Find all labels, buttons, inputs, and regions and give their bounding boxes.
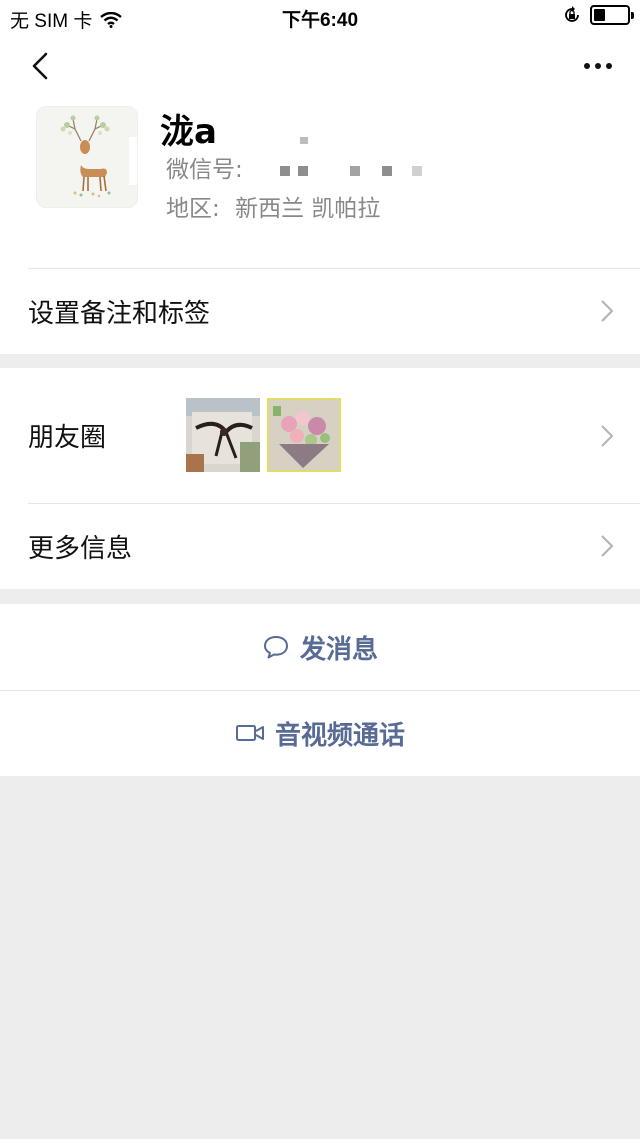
video-camera-icon	[235, 725, 264, 741]
chat-bubble-icon	[263, 636, 288, 659]
wechat-id-label: 微信号:	[166, 157, 243, 183]
more-info-row[interactable]: 更多信息	[0, 503, 640, 589]
wechat-id-mask	[280, 166, 290, 176]
battery-level	[594, 9, 606, 21]
wechat-id-mask	[300, 137, 308, 144]
send-message-button[interactable]: 发消息	[0, 604, 640, 690]
chevron-left-icon	[32, 52, 48, 80]
more-info-label: 更多信息	[28, 533, 133, 564]
wechat-id-mask	[350, 166, 360, 176]
chevron-right-icon	[601, 535, 614, 557]
remark-row[interactable]: 设置备注和标签	[0, 268, 640, 354]
send-message-label: 发消息	[299, 634, 378, 665]
wechat-id-mask	[412, 166, 422, 176]
more-dot-icon	[595, 63, 601, 69]
flowers-photo-icon	[267, 398, 341, 472]
moments-label: 朋友圈	[28, 423, 107, 453]
status-bar: 无 SIM 卡 下午6:40	[0, 0, 640, 34]
status-right	[562, 5, 634, 25]
remark-label: 设置备注和标签	[28, 298, 211, 329]
avatar[interactable]	[36, 106, 138, 208]
region: 地区: 新西兰 凯帕拉	[166, 189, 380, 223]
chevron-right-icon	[601, 424, 614, 447]
nickname: 泷a	[160, 112, 217, 152]
more-button[interactable]	[578, 54, 618, 78]
status-time: 下午6:40	[281, 10, 359, 31]
wechat-id-mask	[298, 166, 308, 176]
profile-header: 泷a 微信号: 地区: 新西兰 凯帕拉	[0, 34, 640, 268]
moment-thumbnail[interactable]	[267, 398, 341, 472]
divider	[28, 268, 640, 269]
chevron-right-icon	[601, 300, 614, 322]
send-message-content: 发消息	[262, 629, 378, 666]
more-dot-icon	[584, 63, 590, 69]
wechat-id-mask	[382, 166, 392, 176]
video-call-label: 音视频通话	[274, 720, 405, 751]
gift-photo-icon	[186, 398, 260, 472]
orientation-lock-icon	[562, 5, 582, 25]
video-call-button[interactable]: 音视频通话	[0, 690, 640, 776]
back-button[interactable]	[22, 48, 58, 84]
divider	[28, 503, 640, 504]
deer-avatar-icon	[37, 107, 137, 207]
moments-row[interactable]: 朋友圈	[0, 368, 640, 503]
video-call-content: 音视频通话	[235, 715, 405, 752]
more-dot-icon	[606, 63, 612, 69]
moment-thumbnail[interactable]	[186, 398, 260, 472]
wechat-id: 微信号:	[166, 150, 243, 184]
region-label: 地区:	[166, 196, 220, 222]
divider	[0, 690, 640, 691]
region-value: 新西兰 凯帕拉	[235, 196, 381, 222]
battery-icon	[590, 5, 634, 25]
